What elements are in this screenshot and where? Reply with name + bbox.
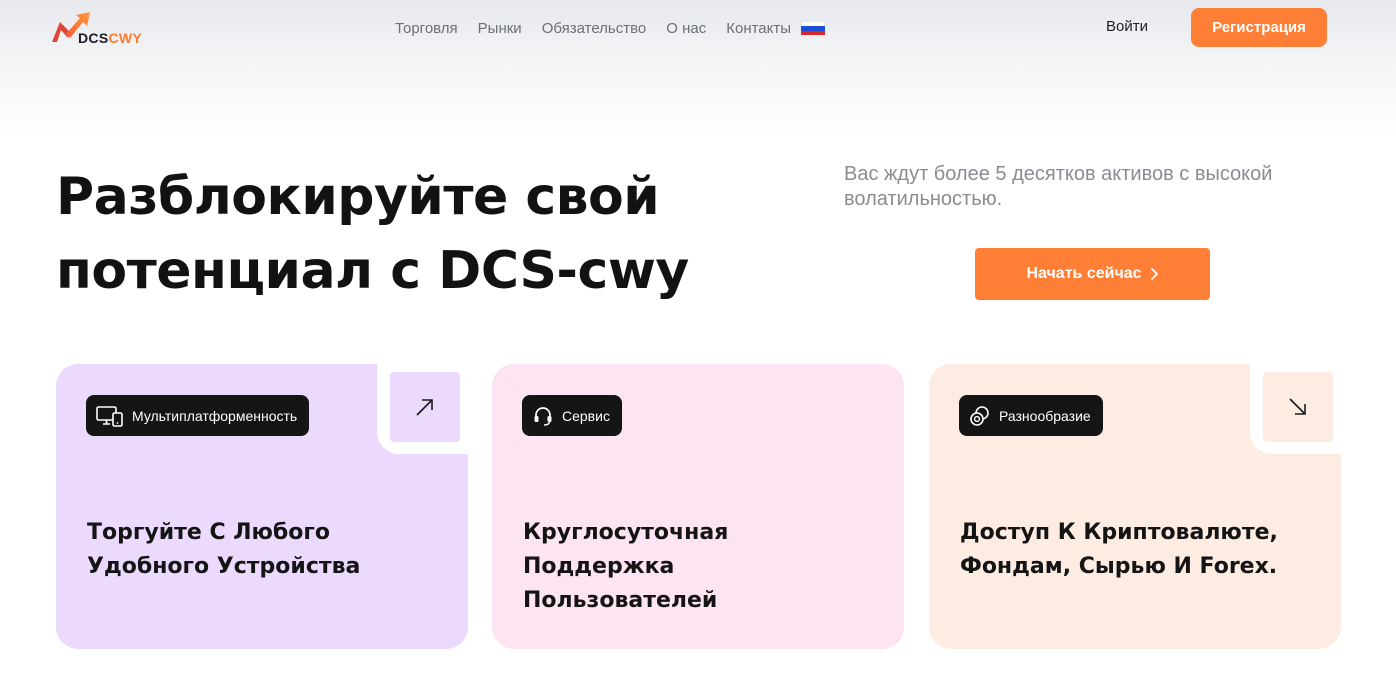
arrow-up-right-icon xyxy=(416,399,433,416)
register-button[interactable]: Регистрация xyxy=(1191,8,1327,47)
russia-flag-icon[interactable] xyxy=(801,21,826,35)
nav-item-contacts[interactable]: Контакты xyxy=(726,20,791,37)
arrow-down-right-button[interactable] xyxy=(1263,372,1333,442)
start-now-label: Начать сейчас xyxy=(1026,265,1142,282)
feature-card-variety: Разнообразие Доступ К Криптовалюте, Фонд… xyxy=(929,364,1341,649)
nav-item-about[interactable]: О нас xyxy=(666,20,706,37)
chevron-right-icon xyxy=(1150,268,1158,280)
hero-subtitle: Вас ждут более 5 десятков активов с высо… xyxy=(844,163,1273,210)
card-title-line1: Доступ К Криптовалюте, xyxy=(960,520,1278,545)
logo[interactable]: DCSCWY xyxy=(50,8,160,48)
nav-item-commitment[interactable]: Обязательство xyxy=(542,20,647,37)
card-title-line2: Фондам, Сырью И Forex. xyxy=(960,554,1278,579)
card-title-line2: Удобного Устройства xyxy=(87,554,361,579)
coins-icon xyxy=(970,405,989,426)
feature-card-service: Сервис Круглосуточная Поддержка Пользова… xyxy=(492,364,904,649)
arrow-down-right-icon xyxy=(1289,398,1306,415)
logo-text-dcs: DCS xyxy=(78,30,109,46)
hero-title-line1: Разблокируйте свой xyxy=(56,167,660,227)
devices-icon xyxy=(96,405,123,427)
card-title: Торгуйте С Любого Удобного Устройства xyxy=(87,516,437,584)
card-title-line1: Торгуйте С Любого xyxy=(87,520,330,545)
start-now-button[interactable]: Начать сейчас xyxy=(975,248,1210,300)
card-title: Круглосуточная Поддержка Пользователей xyxy=(523,516,873,618)
feature-tag-label: Разнообразие xyxy=(999,407,1091,424)
feature-tag: Сервис xyxy=(522,395,622,436)
nav-item-trading[interactable]: Торговля xyxy=(395,20,458,37)
feature-tag: Разнообразие xyxy=(959,395,1103,436)
feature-tag-label: Сервис xyxy=(562,407,610,424)
feature-tag-label: Мультиплатформенность xyxy=(132,407,298,424)
card-title-line3: Пользователей xyxy=(523,588,718,613)
arrow-up-right-button[interactable] xyxy=(390,372,460,442)
headset-icon xyxy=(534,406,552,426)
feature-card-multiplatform: Мультиплатформенность Торгуйте С Любого … xyxy=(56,364,468,649)
login-link[interactable]: Войти xyxy=(1106,18,1148,35)
site-header: DCSCWY Торговля Рынки Обязательство О на… xyxy=(0,0,1396,56)
nav-item-markets[interactable]: Рынки xyxy=(478,20,522,37)
logo-text: DCSCWY xyxy=(78,30,142,46)
card-title: Доступ К Криптовалюте, Фондам, Сырью И F… xyxy=(960,516,1310,584)
hero-title: Разблокируйте свой потенциал с DCS-cwy xyxy=(56,160,776,308)
logo-text-cwy: CWY xyxy=(108,30,143,46)
main-nav: Торговля Рынки Обязательство О нас Конта… xyxy=(395,18,826,38)
card-title-line2: Поддержка xyxy=(523,554,675,579)
feature-tag: Мультиплатформенность xyxy=(86,395,310,436)
hero-title-line2: потенциал с DCS-cwy xyxy=(56,241,689,301)
card-title-line1: Круглосуточная xyxy=(523,520,729,545)
